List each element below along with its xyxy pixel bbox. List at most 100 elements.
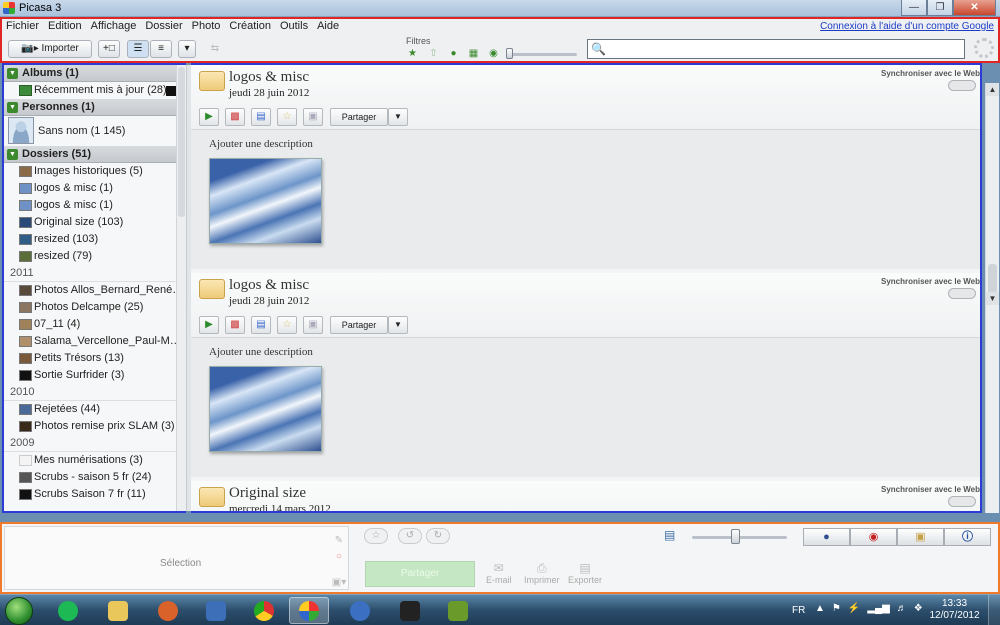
sidebar-scrollbar[interactable] bbox=[176, 65, 186, 511]
album-view-scrollbar[interactable]: ▲ ▼ bbox=[985, 83, 999, 513]
google-signin-link[interactable]: Connexion à l'aide d'un compte Google bbox=[820, 21, 994, 32]
filter-date-slider[interactable] bbox=[507, 53, 577, 56]
save-album-button[interactable]: ▣ bbox=[303, 108, 323, 126]
menu-aide[interactable]: Aide bbox=[317, 20, 339, 32]
album-description[interactable]: Ajouter une description bbox=[209, 138, 313, 150]
albums-section-header[interactable]: ▼ Albums (1) bbox=[4, 65, 186, 82]
filter-date-slider-knob[interactable] bbox=[506, 48, 513, 59]
collapse-triangle-icon[interactable]: ▼ bbox=[7, 102, 18, 113]
album-description[interactable]: Ajouter une description bbox=[209, 346, 313, 358]
show-hidden-icons[interactable]: ▲ bbox=[815, 603, 825, 614]
rotate-left-button[interactable]: ↺ bbox=[398, 528, 422, 544]
collage-button[interactable]: ▩ bbox=[225, 316, 245, 334]
folder-item[interactable]: resized (103) bbox=[4, 231, 186, 248]
minimize-button[interactable]: — bbox=[901, 0, 927, 16]
collage-button[interactable]: ▩ bbox=[225, 108, 245, 126]
album-title[interactable]: logos & misc bbox=[229, 69, 309, 86]
menu-affichage[interactable]: Affichage bbox=[91, 20, 137, 32]
thumbnail-size-slider-knob[interactable] bbox=[731, 529, 740, 544]
menu-outils[interactable]: Outils bbox=[280, 20, 308, 32]
filter-starred-icon[interactable]: ★ bbox=[406, 48, 419, 60]
star-button[interactable]: ☆ bbox=[364, 528, 388, 544]
close-button[interactable]: ✕ bbox=[953, 0, 996, 16]
export-button[interactable]: ▤ Exporter bbox=[568, 561, 602, 585]
menu-edition[interactable]: Edition bbox=[48, 20, 82, 32]
sidebar-item-recent[interactable]: Récemment mis à jour (28) bbox=[4, 82, 186, 99]
taskbar-explorer[interactable] bbox=[98, 597, 138, 624]
sync-web-toggle[interactable] bbox=[948, 80, 976, 91]
maximize-button[interactable]: ❐ bbox=[927, 0, 953, 16]
share-dropdown-button[interactable]: ▼ bbox=[388, 316, 408, 334]
tree-view-button[interactable]: ≡ bbox=[150, 40, 172, 58]
start-button[interactable] bbox=[5, 597, 33, 625]
menu-photo[interactable]: Photo bbox=[192, 20, 221, 32]
menu-fichier[interactable]: Fichier bbox=[6, 20, 39, 32]
import-button[interactable]: 📷▸ Importer bbox=[8, 40, 92, 58]
clear-icon[interactable]: ○ bbox=[331, 551, 347, 567]
filter-geotag-icon[interactable]: ◉ bbox=[487, 48, 500, 60]
folder-item[interactable]: Petits Trésors (13) bbox=[4, 350, 186, 367]
star-album-button[interactable]: ☆ bbox=[277, 316, 297, 334]
taskbar-chrome[interactable] bbox=[244, 597, 284, 624]
taskbar-audio-app[interactable] bbox=[148, 597, 188, 624]
photo-thumbnail[interactable] bbox=[209, 158, 322, 244]
flag-icon[interactable]: ⚑ bbox=[832, 603, 841, 614]
folder-item[interactable]: resized (79) bbox=[4, 248, 186, 265]
taskbar-thunderbird[interactable] bbox=[340, 597, 380, 624]
photo-thumbnail[interactable] bbox=[209, 366, 322, 452]
print-button[interactable]: ⎙ Imprimer bbox=[524, 561, 560, 585]
dropbox-icon[interactable]: ❖ bbox=[914, 603, 923, 614]
folder-item[interactable]: Photos Allos_Bernard_René_... bbox=[4, 282, 186, 299]
taskbar-spotify[interactable] bbox=[48, 597, 88, 624]
sync-web-toggle[interactable] bbox=[948, 288, 976, 299]
menu-creation[interactable]: Création bbox=[229, 20, 271, 32]
share-dropdown-button[interactable]: ▼ bbox=[388, 108, 408, 126]
folder-item[interactable]: Sortie Surfrider (3) bbox=[4, 367, 186, 384]
folder-item[interactable]: Original size (103) bbox=[4, 214, 186, 231]
rotate-right-button[interactable]: ↻ bbox=[426, 528, 450, 544]
email-button[interactable]: ✉ E-mail bbox=[486, 561, 512, 585]
share-button[interactable]: Partager bbox=[330, 108, 388, 126]
folder-item[interactable]: logos & misc (1) bbox=[4, 180, 186, 197]
sync-web-toggle[interactable] bbox=[948, 496, 976, 507]
folder-item[interactable]: Scrubs Saison 7 fr (11) bbox=[4, 486, 186, 503]
people-panel-button[interactable]: ● bbox=[803, 528, 850, 546]
flat-view-button[interactable]: ☰ bbox=[127, 40, 149, 58]
sidebar-item-unnamed-person[interactable]: Sans nom (1 145) bbox=[4, 116, 186, 146]
places-panel-button[interactable]: ◉ bbox=[850, 528, 897, 546]
star-album-button[interactable]: ☆ bbox=[277, 108, 297, 126]
folder-item[interactable]: Mes numérisations (3) bbox=[4, 452, 186, 469]
scroll-up-icon[interactable]: ▲ bbox=[986, 83, 999, 96]
filter-uploaded-icon[interactable]: ⇧ bbox=[427, 48, 440, 60]
share-button[interactable]: Partager bbox=[330, 316, 388, 334]
volume-icon[interactable]: ♬ bbox=[897, 603, 907, 614]
add-to-album-icon[interactable]: ▣▾ bbox=[331, 577, 347, 593]
folder-item[interactable]: Scrubs - saison 5 fr (24) bbox=[4, 469, 186, 486]
slideshow-play-button[interactable]: ▶ bbox=[199, 108, 219, 126]
slideshow-play-button[interactable]: ▶ bbox=[199, 316, 219, 334]
sync-arrows-button[interactable]: ⇆ bbox=[203, 40, 227, 58]
folder-item[interactable]: logos & misc (1) bbox=[4, 197, 186, 214]
folder-item[interactable]: Images historiques (5) bbox=[4, 163, 186, 180]
taskbar-picasa[interactable] bbox=[289, 597, 329, 624]
folder-item[interactable]: Salama_Vercellone_Paul-Malle... bbox=[4, 333, 186, 350]
network-icon[interactable]: ▂▄▆ bbox=[867, 603, 889, 614]
collapse-triangle-icon[interactable]: ▼ bbox=[7, 68, 18, 79]
language-indicator[interactable]: FR bbox=[792, 605, 805, 616]
folder-item[interactable]: 07_11 (4) bbox=[4, 316, 186, 333]
filter-faces-icon[interactable]: ● bbox=[447, 48, 460, 60]
view-options-dropdown[interactable]: ▾ bbox=[178, 40, 196, 58]
scroll-down-icon[interactable]: ▼ bbox=[986, 292, 999, 305]
taskbar-game[interactable] bbox=[438, 597, 478, 624]
sidebar-scroll-thumb[interactable] bbox=[178, 67, 185, 217]
share-selection-button[interactable]: Partager bbox=[365, 561, 475, 587]
taskbar-inkscape[interactable] bbox=[390, 597, 430, 624]
menu-dossier[interactable]: Dossier bbox=[145, 20, 182, 32]
show-desktop-button[interactable] bbox=[988, 595, 1000, 625]
save-album-button[interactable]: ▣ bbox=[303, 316, 323, 334]
tags-panel-button[interactable]: ▣ bbox=[897, 528, 944, 546]
power-icon[interactable]: ⚡ bbox=[848, 603, 860, 614]
album-title[interactable]: logos & misc bbox=[229, 277, 309, 294]
album-title[interactable]: Original size bbox=[229, 485, 306, 502]
folder-item[interactable]: Photos Delcampe (25) bbox=[4, 299, 186, 316]
